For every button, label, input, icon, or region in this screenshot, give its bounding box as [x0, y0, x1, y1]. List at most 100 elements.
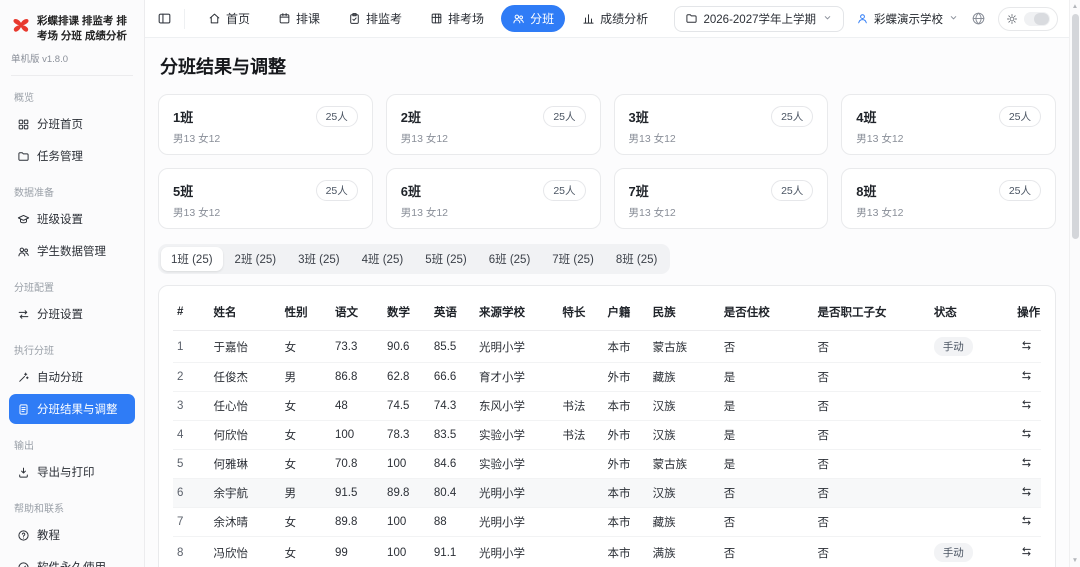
table-row[interactable]: 1 于嘉怡女 73.3 90.6 85.5 光明小学 本市 蒙古族否否手动 — [173, 330, 1041, 363]
cell-ethnicity: 汉族 — [648, 478, 720, 508]
grid4-icon — [17, 118, 30, 131]
swap-student-button[interactable] — [1020, 456, 1033, 469]
nav-exam-rooms[interactable]: 排考场 — [419, 5, 495, 32]
cell-registry: 本市 — [603, 330, 649, 363]
swap-student-button[interactable] — [1020, 427, 1033, 440]
cell-gender: 女 — [280, 507, 331, 537]
class-card[interactable]: 8班 25人 男13 女12 — [841, 168, 1056, 229]
cell-staff_child: 否 — [813, 478, 930, 508]
school-account-menu[interactable]: 彩蝶演示学校 — [856, 11, 959, 27]
nav-course-scheduling[interactable]: 排课 — [267, 5, 331, 32]
cell-registry: 外市 — [603, 449, 649, 479]
swap-student-button[interactable] — [1020, 398, 1033, 411]
app-version: 单机版 v1.8.0 — [11, 51, 133, 77]
sidebar-section-title: 数据准备 — [14, 188, 54, 200]
cell-school: 光明小学 — [475, 478, 559, 508]
scrollbar-thumb[interactable] — [1071, 14, 1079, 239]
cell-no: 7 — [173, 507, 210, 537]
table-row[interactable]: 8 冯欣怡女 99 100 91.1 光明小学 本市 满族否否手动 — [173, 536, 1041, 567]
class-card[interactable]: 3班 25人 男13 女12 — [613, 94, 829, 155]
sidebar-item-export-print[interactable]: 导出与打印 — [9, 457, 135, 487]
table-row[interactable]: 5 何雅琳女 70.8 100 84.6 实验小学 外市 蒙古族是否 — [173, 449, 1041, 479]
class-tab-3[interactable]: 3班 (25) — [288, 247, 350, 271]
table-row[interactable]: 7 余沐晴女 89.8 100 88 光明小学 本市 藏族否否 — [173, 507, 1041, 537]
cell-staff_child: 否 — [813, 330, 930, 363]
cell-ethnicity: 蒙古族 — [648, 330, 720, 363]
nav-home[interactable]: 首页 — [197, 5, 261, 32]
cell-status — [929, 507, 1014, 537]
table-row[interactable]: 4 何欣怡女 100 78.3 83.5 实验小学 书法 外市 汉族是否 — [173, 420, 1041, 450]
cell-no: 6 — [173, 478, 210, 508]
folder-icon — [17, 150, 30, 163]
table-row[interactable]: 3 任心怡女 48 74.5 74.3 东风小学 书法 本市 汉族是否 — [173, 391, 1041, 421]
class-gender-summary: 男13 女12 — [856, 207, 904, 219]
sidebar-item-student-data[interactable]: 学生数据管理 — [9, 236, 135, 266]
class-card-name: 2班 — [400, 110, 421, 125]
sidebar-item-tutorial[interactable]: 教程 — [9, 520, 135, 550]
sidebar-item-class-settings[interactable]: 班级设置 — [9, 204, 135, 234]
cell-name: 任心怡 — [209, 391, 281, 421]
table-row[interactable]: 2 任俊杰男 86.8 62.8 66.6 育才小学 外市 藏族是否 — [173, 362, 1041, 392]
students-table: # 姓名 性别 语文 数学 英语 来源学校 特长 户籍 民族 是否住校 是否职工子女 状态 操作 1 于嘉怡… — [173, 294, 1041, 567]
class-tab-2[interactable]: 2班 (25) — [225, 247, 287, 271]
cell-talent: 书法 — [558, 391, 604, 421]
globe-button[interactable] — [971, 11, 986, 26]
class-tab-4[interactable]: 4班 (25) — [352, 247, 414, 271]
class-card[interactable]: 2班 25人 男13 女12 — [385, 94, 601, 155]
cell-name: 何雅琳 — [209, 449, 281, 479]
sidebar-item-auto-division[interactable]: 自动分班 — [9, 362, 135, 392]
cell-school: 实验小学 — [475, 449, 559, 479]
class-tab-6[interactable]: 6班 (25) — [479, 247, 541, 271]
class-tab-5[interactable]: 5班 (25) — [415, 247, 477, 271]
column-header: 性别 — [280, 294, 331, 331]
sidebar-item-division-settings[interactable]: 分班设置 — [9, 299, 135, 329]
class-tab-7[interactable]: 7班 (25) — [542, 247, 604, 271]
chevron-down-icon — [948, 12, 959, 26]
sidebar-item-label: 软件永久使用 — [37, 559, 106, 567]
swap-student-button[interactable] — [1020, 485, 1033, 498]
cell-no: 4 — [173, 420, 210, 450]
scrollbar-up-arrow[interactable]: ▲ — [1070, 3, 1080, 10]
cell-registry: 外市 — [603, 362, 649, 392]
cell-school: 东风小学 — [475, 391, 559, 421]
class-card[interactable]: 5班 25人 男13 女12 — [158, 168, 373, 229]
class-count-badge: 25人 — [315, 180, 358, 201]
app-logo-row: 彩蝶排课 排监考 排考场 分班 成绩分析 — [9, 10, 135, 43]
nav-class-division[interactable]: 分班 — [501, 5, 566, 32]
cell-gender: 男 — [280, 362, 331, 392]
table-row[interactable]: 6 余宇航男 91.5 89.8 80.4 光明小学 本市 汉族否否 — [173, 478, 1041, 508]
class-card[interactable]: 4班 25人 男13 女12 — [841, 94, 1056, 155]
class-card[interactable]: 1班 25人 男13 女12 — [158, 94, 373, 155]
sidebar-item-division-results[interactable]: 分班结果与调整 — [9, 394, 135, 425]
swap-student-button[interactable] — [1020, 339, 1033, 352]
column-header: # — [173, 294, 210, 331]
swap-student-button[interactable] — [1020, 514, 1033, 527]
cell-actions — [1013, 507, 1041, 537]
sidebar-item-software-license[interactable]: 软件永久使用 — [9, 552, 135, 567]
page-scrollbar[interactable]: ▲ ▼ — [1069, 0, 1080, 567]
class-tab-1[interactable]: 1班 (25) — [161, 247, 223, 271]
sidebar-item-label: 任务管理 — [37, 151, 83, 164]
class-card[interactable]: 6班 25人 男13 女12 — [385, 168, 601, 229]
scrollbar-down-arrow[interactable]: ▼ — [1070, 557, 1080, 564]
cell-talent — [558, 362, 604, 392]
swap-student-button[interactable] — [1020, 545, 1033, 558]
sidebar-item-task-management[interactable]: 任务管理 — [9, 141, 135, 171]
cell-no: 8 — [173, 536, 210, 567]
cell-talent — [558, 507, 604, 537]
cell-ethnicity: 蒙古族 — [648, 449, 720, 479]
sidebar-section-title: 帮助和联系 — [14, 504, 64, 516]
question-icon — [17, 529, 30, 542]
class-card[interactable]: 7班 25人 男13 女12 — [613, 168, 829, 229]
nav-invigilation[interactable]: 排监考 — [337, 5, 413, 32]
nav-score-analysis[interactable]: 成绩分析 — [571, 5, 659, 32]
cell-chinese: 89.8 — [330, 507, 384, 537]
class-tab-8[interactable]: 8班 (25) — [606, 247, 668, 271]
semester-selector[interactable]: 2026-2027学年上学期 — [673, 5, 844, 32]
user-icon — [856, 12, 869, 25]
theme-toggle[interactable] — [998, 6, 1058, 31]
cell-school: 光明小学 — [475, 330, 559, 363]
sidebar-collapse-button[interactable] — [157, 11, 172, 26]
sidebar-item-division-home[interactable]: 分班首页 — [9, 109, 135, 139]
swap-student-button[interactable] — [1020, 369, 1033, 382]
